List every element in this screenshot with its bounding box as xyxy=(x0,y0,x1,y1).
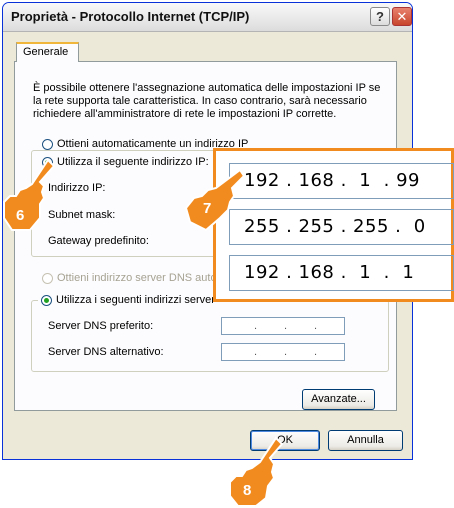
step-6-number: 6 xyxy=(16,207,25,224)
alternate-dns-input[interactable]: ... xyxy=(221,343,345,361)
help-button[interactable]: ? xyxy=(370,7,390,26)
cancel-button[interactable]: Annulla xyxy=(328,430,403,451)
gateway-field[interactable]: 192 . 168 . 1 . 1 xyxy=(229,255,454,291)
manual-dns-label: Utilizza i seguenti indirizzi server xyxy=(56,294,215,306)
ip-address-field[interactable]: 192 . 168 . 1 . 99 xyxy=(229,163,454,199)
window-title: Proprietà - Protocollo Internet (TCP/IP) xyxy=(11,9,250,24)
step-6-callout xyxy=(3,158,56,231)
auto-dns-label: Ottieni indirizzo server DNS auto xyxy=(57,272,217,284)
preferred-dns-input[interactable]: ... xyxy=(221,317,345,335)
gateway-label: Gateway predefinito: xyxy=(48,235,149,247)
manual-dns-radio[interactable] xyxy=(41,294,52,306)
zoomed-ip-fields: 192 . 168 . 1 . 99 255 . 255 . 255 . 0 1… xyxy=(213,148,454,302)
step-7-number: 7 xyxy=(203,200,212,217)
gateway-value: 192 . 168 . 1 . 1 xyxy=(244,262,415,283)
hand-cursor-icon xyxy=(184,168,246,232)
hand-cursor-icon xyxy=(3,158,56,231)
dns-group-box xyxy=(31,300,389,372)
manual-ip-label: Utilizza il seguente indirizzo IP: xyxy=(57,156,209,168)
description-text: È possibile ottenere l'assegnazione auto… xyxy=(33,82,381,120)
title-bar: Proprietà - Protocollo Internet (TCP/IP)… xyxy=(3,3,412,32)
tab-generale[interactable]: Generale xyxy=(16,42,79,62)
manual-ip-radio-row[interactable]: Utilizza il seguente indirizzo IP: xyxy=(42,156,212,168)
subnet-mask-field[interactable]: 255 . 255 . 255 . 0 xyxy=(229,209,454,245)
ip-address-value: 192 . 168 . 1 . 99 xyxy=(244,170,421,191)
auto-ip-radio[interactable] xyxy=(42,138,53,150)
auto-dns-radio-row[interactable]: Ottieni indirizzo server DNS auto xyxy=(42,272,217,284)
auto-dns-radio[interactable] xyxy=(42,272,53,284)
step-8-callout xyxy=(229,436,284,507)
manual-dns-radio-row[interactable]: Utilizza i seguenti indirizzi server xyxy=(38,294,218,306)
step-7-callout xyxy=(184,168,246,232)
close-button[interactable]: ✕ xyxy=(392,7,412,26)
subnet-mask-value: 255 . 255 . 255 . 0 xyxy=(244,216,426,237)
alternate-dns-label: Server DNS alternativo: xyxy=(48,346,164,358)
hand-cursor-icon xyxy=(229,436,284,507)
preferred-dns-label: Server DNS preferito: xyxy=(48,320,154,332)
advanced-button[interactable]: Avanzate... xyxy=(302,389,375,410)
step-8-number: 8 xyxy=(243,482,252,499)
